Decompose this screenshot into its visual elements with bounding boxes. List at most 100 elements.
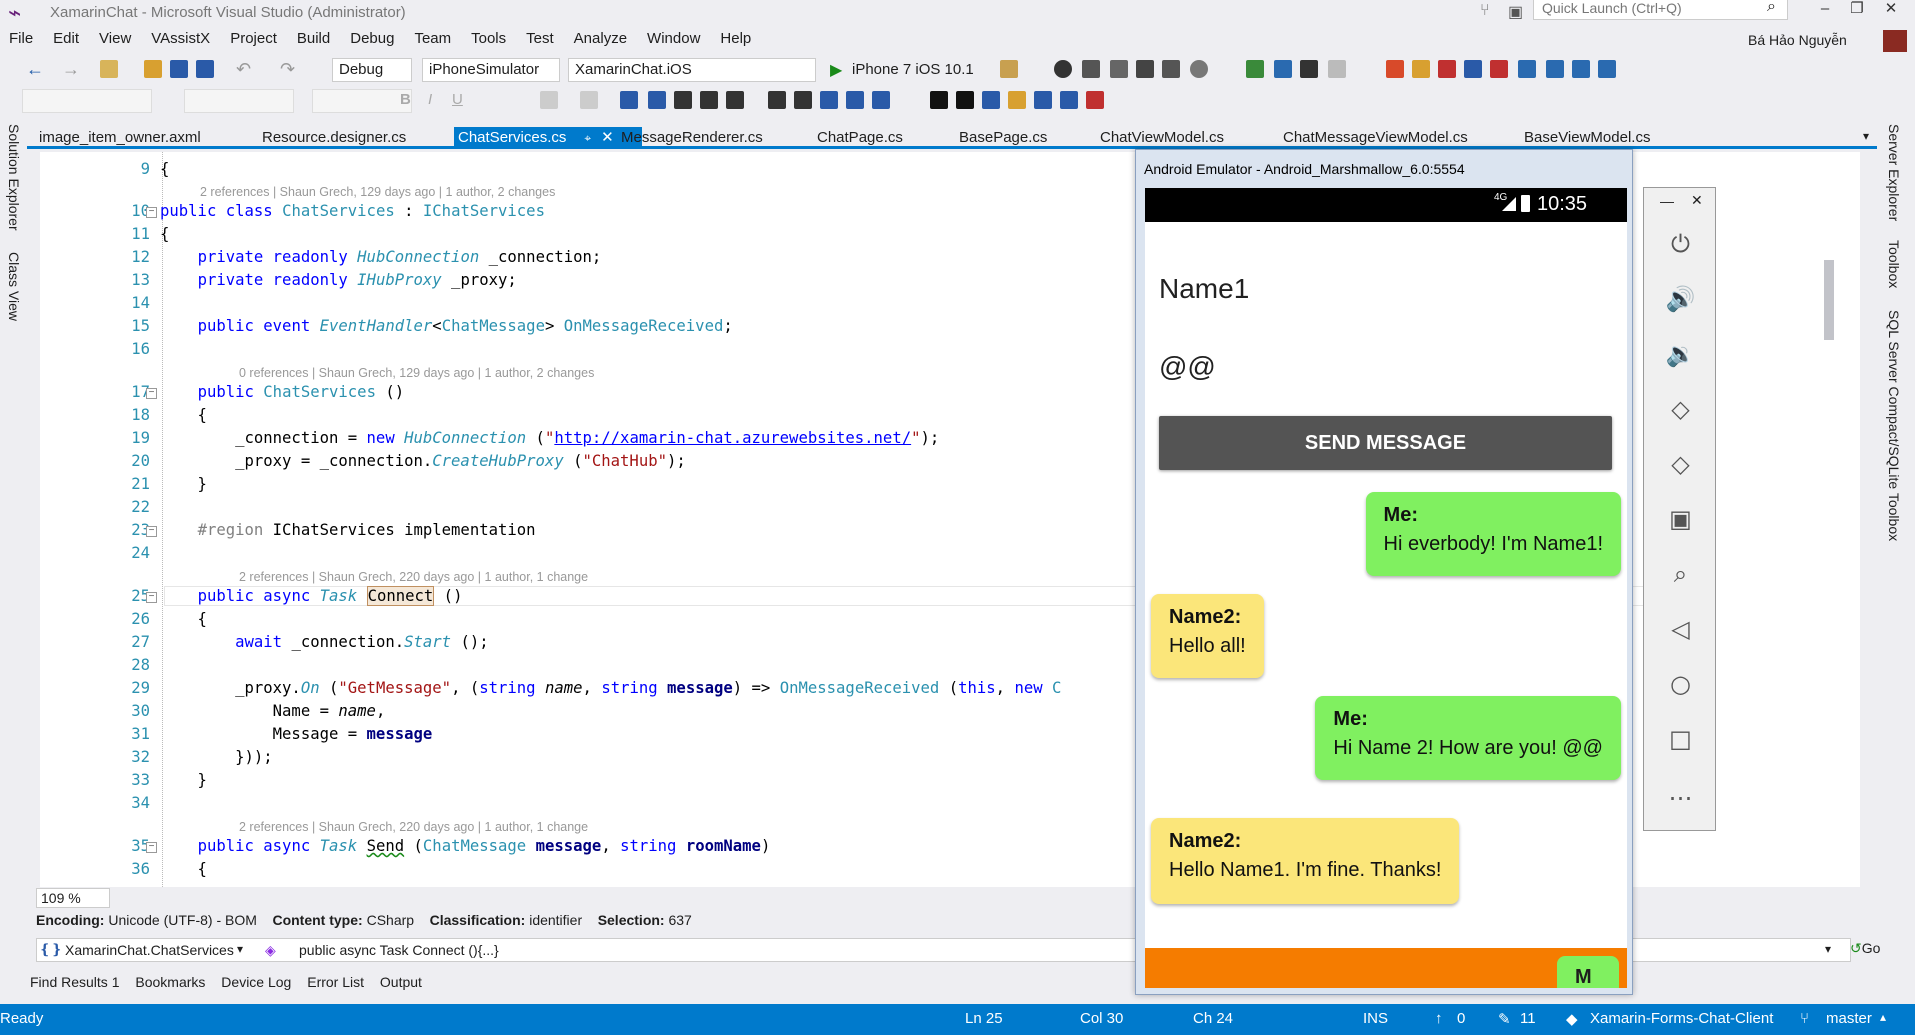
- branch-chevron-up-icon[interactable]: ▴: [1880, 1010, 1886, 1024]
- tab-bookmarks[interactable]: Bookmarks: [135, 974, 205, 990]
- font-select[interactable]: [184, 89, 294, 113]
- bookmark-icon[interactable]: [1438, 60, 1456, 78]
- notifications-icon[interactable]: ▣: [1508, 2, 1523, 22]
- bold-icon[interactable]: B: [400, 91, 411, 108]
- quick-launch-input[interactable]: Quick Launch (Ctrl+Q): [1533, 0, 1788, 20]
- refactor-icon[interactable]: [1464, 60, 1482, 78]
- italic-icon[interactable]: I: [428, 91, 432, 108]
- marker-icon[interactable]: [1490, 60, 1508, 78]
- scope-chevron-down-icon[interactable]: ▾: [237, 942, 243, 956]
- close-tab-icon[interactable]: ✕: [601, 129, 614, 146]
- home-icon[interactable]: ○: [1644, 670, 1717, 698]
- save-all-icon[interactable]: [196, 60, 214, 78]
- format-icon[interactable]: [1572, 60, 1590, 78]
- settings-icon[interactable]: [1162, 60, 1180, 78]
- folder-icon[interactable]: [1412, 60, 1430, 78]
- align-icon[interactable]: [540, 91, 558, 109]
- fold-toggle[interactable]: −: [146, 526, 157, 537]
- codelens[interactable]: 2 references | Shaun Grech, 129 days ago…: [200, 185, 555, 199]
- tab-chat-page[interactable]: ChatPage.cs: [817, 129, 903, 146]
- menu-tools[interactable]: Tools: [462, 29, 517, 47]
- overview-icon[interactable]: □: [1644, 725, 1717, 753]
- menu-edit[interactable]: Edit: [44, 29, 90, 47]
- uncomment-icon[interactable]: [648, 91, 666, 109]
- minimize-emulator-icon[interactable]: —: [1660, 193, 1674, 209]
- menu-analyze[interactable]: Analyze: [565, 29, 638, 47]
- avatar[interactable]: [1883, 30, 1907, 52]
- globe-icon[interactable]: [1190, 60, 1208, 78]
- bookmark-list-icon[interactable]: [1008, 91, 1026, 109]
- status-changes[interactable]: 11: [1520, 1010, 1536, 1027]
- menu-test[interactable]: Test: [517, 29, 565, 47]
- close-emulator-icon[interactable]: ✕: [1691, 192, 1703, 209]
- tab-overflow-icon[interactable]: ▾: [1863, 129, 1869, 143]
- open-folder-icon[interactable]: [144, 60, 162, 78]
- record-icon[interactable]: [1054, 60, 1072, 78]
- window-icon[interactable]: [1598, 60, 1616, 78]
- tab-message-renderer[interactable]: MessageRenderer.cs: [621, 129, 763, 146]
- fold-toggle[interactable]: −: [146, 592, 157, 603]
- comment-icon[interactable]: [620, 91, 638, 109]
- volume-down-icon[interactable]: 🔉: [1644, 340, 1717, 368]
- message-entry[interactable]: @@: [1159, 351, 1216, 383]
- search-icon[interactable]: ⌕: [1767, 0, 1776, 16]
- status-repository[interactable]: Xamarin-Forms-Chat-Client: [1590, 1010, 1773, 1027]
- ios-simulator-icon[interactable]: [1274, 60, 1292, 78]
- clear-bookmarks-icon[interactable]: [1086, 91, 1104, 109]
- url-link[interactable]: http://xamarin-chat.azurewebsites.net/: [554, 429, 911, 447]
- navigate-icon[interactable]: [1518, 60, 1536, 78]
- vertical-scrollbar[interactable]: [1822, 160, 1836, 880]
- forward-icon[interactable]: →: [62, 60, 80, 78]
- sdk-manager-icon[interactable]: [1300, 60, 1318, 78]
- back-icon[interactable]: ←: [26, 60, 44, 78]
- size-select[interactable]: [312, 89, 412, 113]
- menu-help[interactable]: Help: [711, 29, 762, 47]
- bookmark-window-icon[interactable]: [1034, 91, 1052, 109]
- menu-build[interactable]: Build: [288, 29, 341, 47]
- replace-icon[interactable]: [674, 91, 692, 109]
- codelens[interactable]: 2 references | Shaun Grech, 220 days ago…: [239, 570, 588, 584]
- startup-project-select[interactable]: XamarinChat.iOS: [568, 58, 816, 82]
- menu-window[interactable]: Window: [638, 29, 711, 47]
- volume-up-icon[interactable]: 🔊: [1644, 285, 1717, 313]
- underline-icon[interactable]: U: [452, 91, 463, 108]
- font-size-icon[interactable]: [700, 91, 718, 109]
- back-icon[interactable]: ◁: [1644, 615, 1717, 643]
- send-message-button[interactable]: SEND MESSAGE: [1159, 416, 1612, 470]
- run-target-button[interactable]: iPhone 7 iOS 10.1: [852, 61, 974, 78]
- tab-output[interactable]: Output: [380, 974, 422, 990]
- repository-icon[interactable]: ◆: [1566, 1010, 1578, 1028]
- save-icon[interactable]: [170, 60, 188, 78]
- class-view-tab[interactable]: Class View: [6, 252, 22, 321]
- prev-bookmark-icon[interactable]: [872, 91, 890, 109]
- style-select[interactable]: [22, 89, 152, 113]
- codelens[interactable]: 2 references | Shaun Grech, 220 days ago…: [239, 820, 588, 834]
- bookmark-folder-icon[interactable]: [982, 91, 1000, 109]
- undo-icon[interactable]: ↶: [236, 60, 254, 78]
- android-device-manager-icon[interactable]: [1246, 60, 1264, 78]
- minimize-button[interactable]: –: [1810, 0, 1840, 22]
- tab-resource-designer[interactable]: Resource.designer.cs: [262, 129, 406, 146]
- fold-toggle[interactable]: −: [146, 388, 157, 399]
- terminal-icon[interactable]: [1136, 60, 1154, 78]
- bookmark-doc-icon[interactable]: [1060, 91, 1078, 109]
- member-select[interactable]: public async Task Connect (){...}: [299, 942, 499, 958]
- bookmark-prev-file-icon[interactable]: [930, 91, 948, 109]
- menu-debug[interactable]: Debug: [341, 29, 405, 47]
- codelens[interactable]: 0 references | Shaun Grech, 129 days ago…: [239, 366, 594, 380]
- tab-base-page[interactable]: BasePage.cs: [959, 129, 1047, 146]
- find-icon[interactable]: [1000, 60, 1018, 78]
- feedback-icon[interactable]: ⑂: [1480, 2, 1490, 20]
- indent-more-icon[interactable]: [794, 91, 812, 109]
- rotate-left-icon[interactable]: ◇: [1644, 395, 1717, 423]
- menu-project[interactable]: Project: [221, 29, 288, 47]
- indent-icon[interactable]: [1546, 60, 1564, 78]
- bookmark-next-file-icon[interactable]: [956, 91, 974, 109]
- tab-error-list[interactable]: Error List: [307, 974, 364, 990]
- pencil-icon[interactable]: ✎: [1498, 1010, 1511, 1028]
- tab-base-view-model[interactable]: BaseViewModel.cs: [1524, 129, 1650, 146]
- tab-chat-services[interactable]: ChatServices.cs ⌖ ✕: [454, 127, 642, 149]
- zoom-icon[interactable]: ⌕: [1644, 560, 1717, 588]
- menu-team[interactable]: Team: [405, 29, 462, 47]
- status-branch[interactable]: master: [1826, 1010, 1872, 1027]
